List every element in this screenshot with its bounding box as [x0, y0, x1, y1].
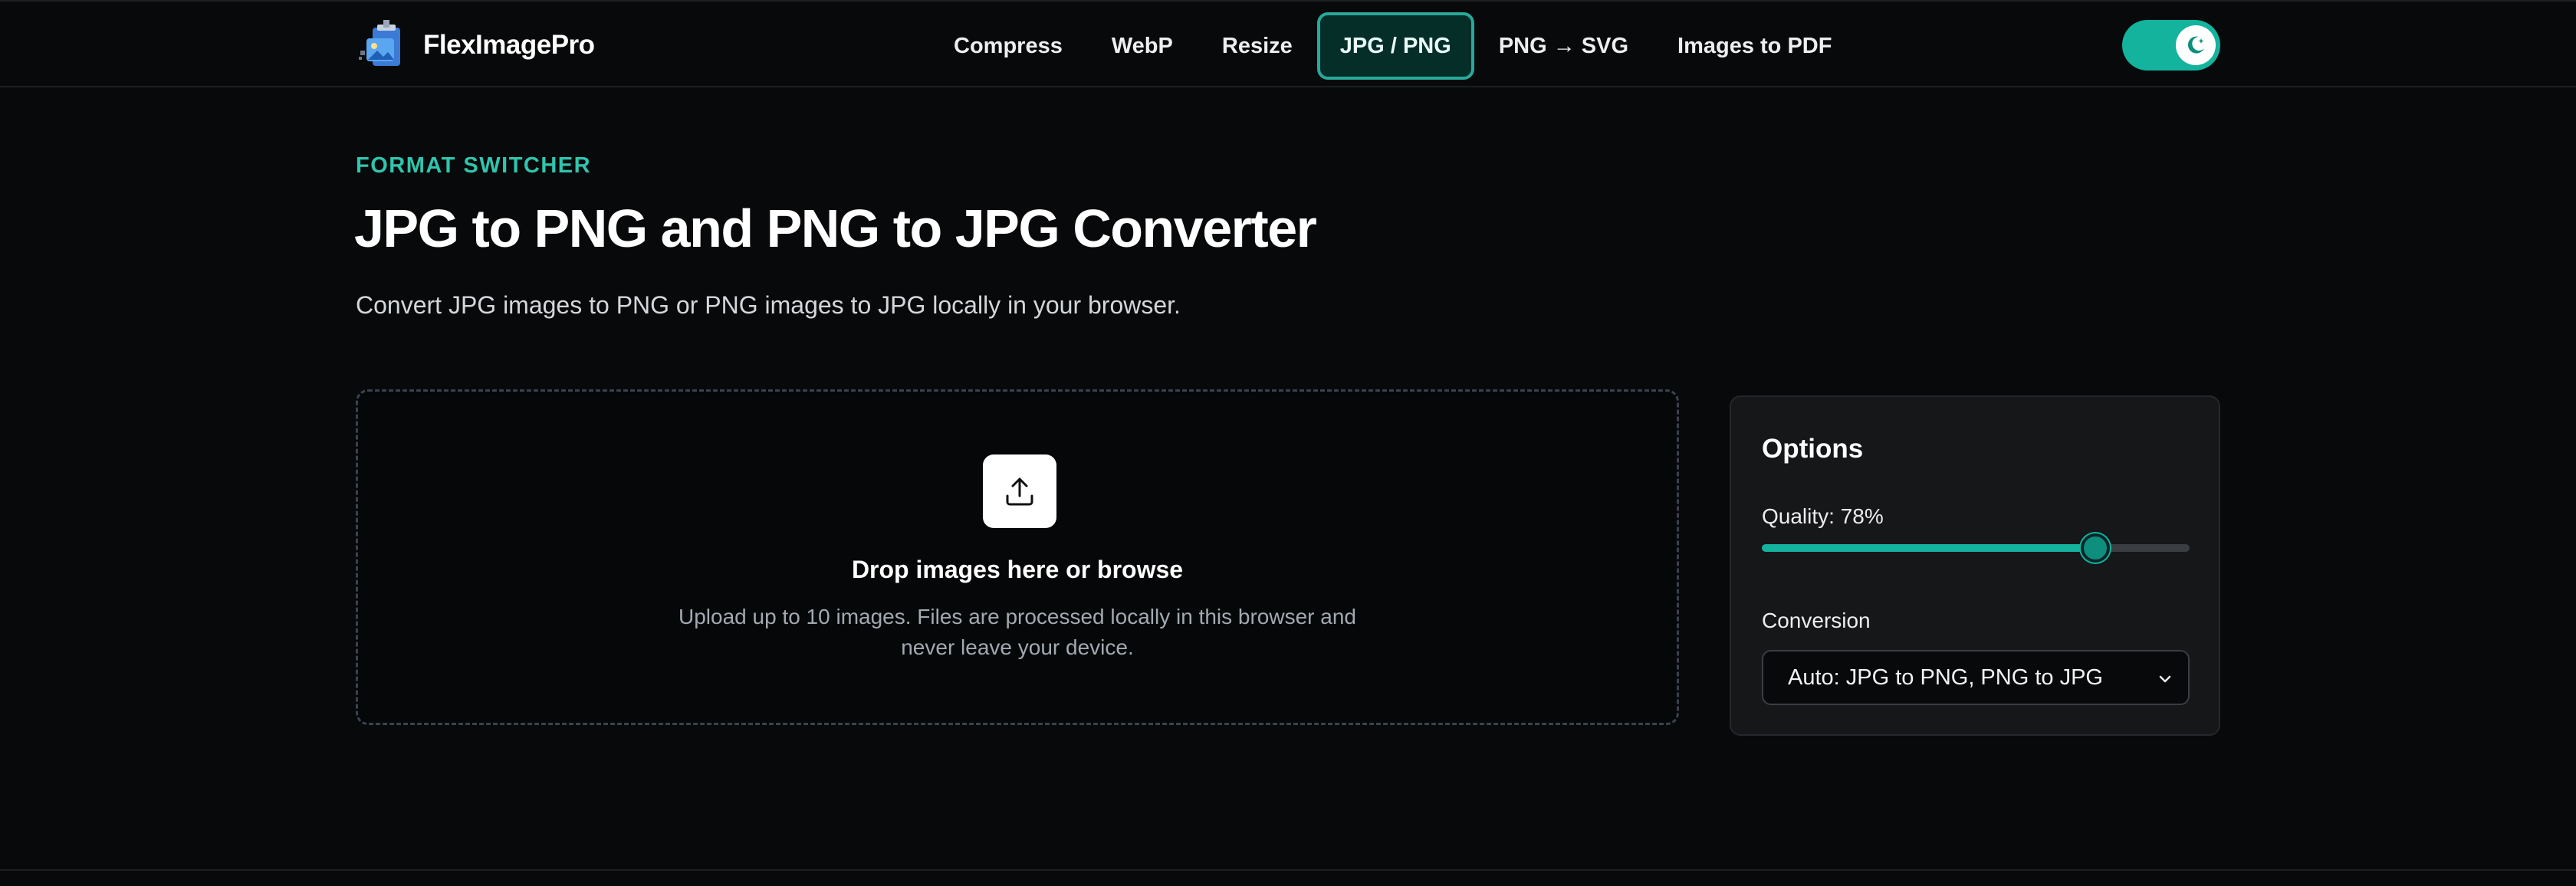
quality-label: Quality: 78%	[1762, 504, 1884, 528]
top-navigation-bar: FlexImagePro Compress WebP Resize JPG / …	[0, 0, 2576, 87]
toggle-knob	[2176, 25, 2216, 65]
eyebrow-label: FORMAT SWITCHER	[356, 153, 592, 178]
nav-item-resize[interactable]: Resize	[1198, 12, 1317, 80]
main-nav: Compress WebP Resize JPG / PNG PNG → SVG…	[929, 12, 1856, 80]
page-title: JPG to PNG and PNG to JPG Converter	[354, 199, 1317, 258]
upload-icon	[1006, 477, 1033, 506]
nav-item-jpg-png[interactable]: JPG / PNG	[1316, 12, 1474, 80]
options-panel: Options Quality: 78% Conversion Auto: JP…	[1730, 395, 2220, 736]
image-compress-logo-icon	[359, 20, 400, 66]
conversion-select[interactable]: Auto: JPG to PNG, PNG to JPG	[1762, 650, 2190, 705]
nav-item-png-to-svg[interactable]: PNG → SVG	[1474, 12, 1653, 80]
nav-item-compress[interactable]: Compress	[929, 12, 1087, 80]
chevron-down-icon	[2159, 675, 2171, 683]
quality-slider[interactable]	[1762, 533, 2190, 563]
theme-toggle[interactable]	[2122, 20, 2220, 71]
dropzone-title: Drop images here or browse	[851, 556, 1184, 583]
moon-icon	[2187, 36, 2204, 54]
slider-thumb[interactable]	[2081, 533, 2111, 563]
image-dropzone[interactable]: Drop images here or browse Upload up to …	[356, 389, 1679, 725]
options-title: Options	[1762, 434, 1864, 464]
brand-name: FlexImagePro	[423, 30, 595, 60]
dropzone-description: Upload up to 10 images. Files are proces…	[678, 605, 1356, 659]
nav-item-images-to-pdf[interactable]: Images to PDF	[1653, 12, 1856, 80]
page-subtitle: Convert JPG images to PNG or PNG images …	[356, 291, 1181, 319]
conversion-selected-value: Auto: JPG to PNG, PNG to JPG	[1788, 664, 2103, 690]
slider-fill	[1762, 544, 2096, 552]
upload-button[interactable]	[983, 454, 1056, 528]
footer-divider	[0, 869, 2576, 871]
nav-item-webp[interactable]: WebP	[1087, 12, 1198, 80]
conversion-label: Conversion	[1762, 609, 1871, 632]
brand-link[interactable]: FlexImagePro	[357, 20, 595, 71]
